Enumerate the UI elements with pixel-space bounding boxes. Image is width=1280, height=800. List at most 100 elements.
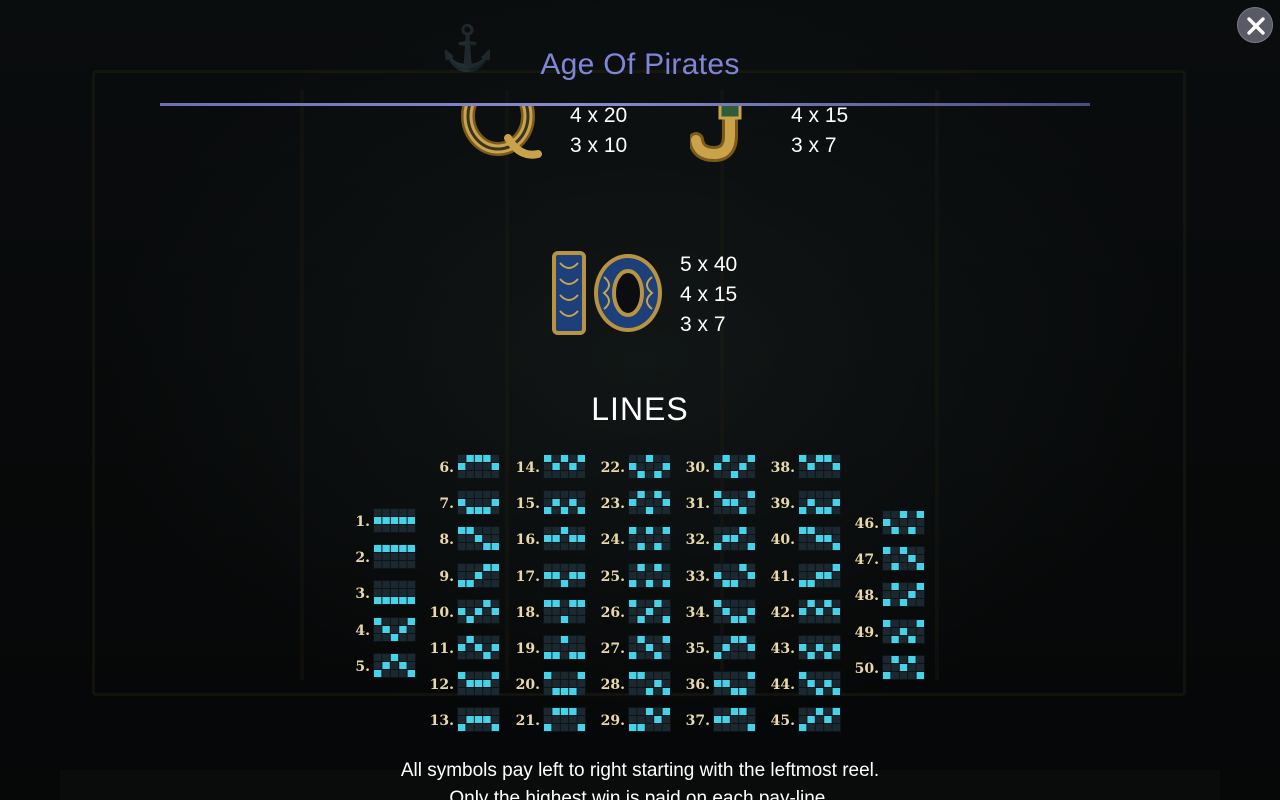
payline-cell — [637, 652, 645, 659]
payline-cell-active — [382, 545, 390, 553]
payline-cell — [458, 615, 466, 623]
close-button[interactable] — [1237, 7, 1273, 43]
payline-number: 15. — [515, 496, 540, 513]
payline-cell — [799, 716, 807, 724]
symbol-10-pays: 5 x 40 4 x 15 3 x 7 — [680, 250, 737, 340]
payline-cell-active — [629, 724, 637, 732]
payline-cell-active — [908, 591, 916, 599]
payline-cell — [807, 491, 815, 499]
payline-cell — [891, 663, 899, 671]
payline-cell — [807, 455, 815, 462]
payline-cell-active — [714, 571, 722, 579]
payline-cell-active — [799, 644, 807, 651]
payline-cell-active — [637, 672, 645, 680]
payline-cell — [466, 543, 474, 551]
payline-cell — [908, 619, 916, 627]
payline-cell — [544, 499, 552, 507]
payline-cell — [637, 527, 645, 535]
payline-cell — [466, 708, 474, 716]
payline-cell-active — [722, 680, 730, 688]
payline-cell-active — [552, 535, 560, 543]
payline-cell — [799, 652, 807, 659]
payline-cell — [891, 511, 899, 518]
payline-cell — [374, 661, 382, 669]
payline-cell-active — [374, 669, 382, 677]
payline-cell — [629, 455, 637, 462]
pay-line: 5 x 40 — [680, 253, 738, 276]
payline-cell — [544, 463, 552, 470]
payline-number: 1. — [355, 514, 370, 530]
payline-cell-active — [466, 680, 474, 688]
payline-cell-active — [891, 635, 899, 643]
payline-cell — [899, 591, 908, 599]
payline-cell — [466, 724, 474, 732]
payline-cell — [458, 535, 466, 543]
payline-cell — [374, 625, 382, 633]
payline-pattern — [882, 510, 925, 535]
payline-cell-active — [807, 463, 815, 470]
payline-cell — [807, 688, 815, 696]
payline-number: 47. — [854, 552, 879, 569]
payline-cell-active — [832, 463, 840, 470]
payline-number: 41. — [770, 568, 795, 585]
payline-number: 24. — [600, 532, 625, 549]
payline-cell — [722, 724, 730, 732]
payline-cell — [374, 561, 382, 569]
payline-cell — [629, 471, 637, 478]
payline-cell — [552, 615, 560, 623]
payline-cell-active — [466, 455, 474, 462]
payline-cell — [908, 547, 916, 555]
payline-cell — [629, 607, 637, 615]
payline-cell-active — [714, 716, 722, 724]
payline-pattern — [882, 582, 925, 608]
payline-cell — [891, 619, 899, 627]
payline-number: 4. — [355, 622, 370, 639]
payline-cell — [544, 543, 552, 551]
payline-cell-active — [637, 491, 645, 499]
payline-cell — [832, 724, 840, 732]
payline-number: 7. — [439, 496, 454, 513]
payline-number: 39. — [770, 496, 795, 513]
payline-cell — [714, 672, 722, 680]
payline-cell-active — [908, 655, 916, 663]
payline-cell — [799, 599, 807, 607]
payline-cell — [637, 599, 645, 607]
payline-cell — [466, 563, 474, 571]
payline-cell — [629, 636, 637, 643]
payline-cell — [722, 672, 730, 680]
payline-cell-active — [714, 491, 722, 499]
payline-cell — [799, 491, 807, 499]
payline-cell-active — [807, 499, 815, 507]
payline-cell — [544, 491, 552, 499]
payline-cell — [714, 688, 722, 696]
payline-cell — [899, 635, 908, 643]
payline-cell-active — [908, 555, 916, 563]
payline-cell-active — [714, 543, 722, 551]
payline-cell — [916, 627, 924, 635]
payline-cell-active — [544, 535, 552, 543]
payline-cell — [458, 471, 466, 478]
payline-cell-active — [466, 636, 474, 643]
payline-cell — [908, 563, 916, 571]
payline-cell-active — [637, 724, 645, 732]
payline-cell — [891, 671, 899, 679]
payline-cell — [722, 471, 730, 478]
payline-cell-active — [552, 499, 560, 507]
payline-cell-active — [722, 644, 730, 651]
payline-cell-active — [908, 635, 916, 643]
payline-cell — [722, 571, 730, 579]
payline-cell — [629, 615, 637, 623]
page-title: Age Of Pirates — [540, 48, 740, 81]
payline-cell-active — [382, 661, 390, 669]
payline-cell — [799, 563, 807, 571]
payline-cell-active — [629, 672, 637, 680]
payline-cell — [832, 491, 840, 499]
payline-cell — [799, 543, 807, 551]
payline-cell — [466, 652, 474, 659]
payline-cell-active — [629, 599, 637, 607]
payline-number: 29. — [600, 713, 625, 730]
payline-cell-active — [899, 511, 908, 518]
payline-cell — [807, 607, 815, 615]
payline-cell-active — [916, 583, 924, 591]
payline-cell-active — [714, 463, 722, 470]
